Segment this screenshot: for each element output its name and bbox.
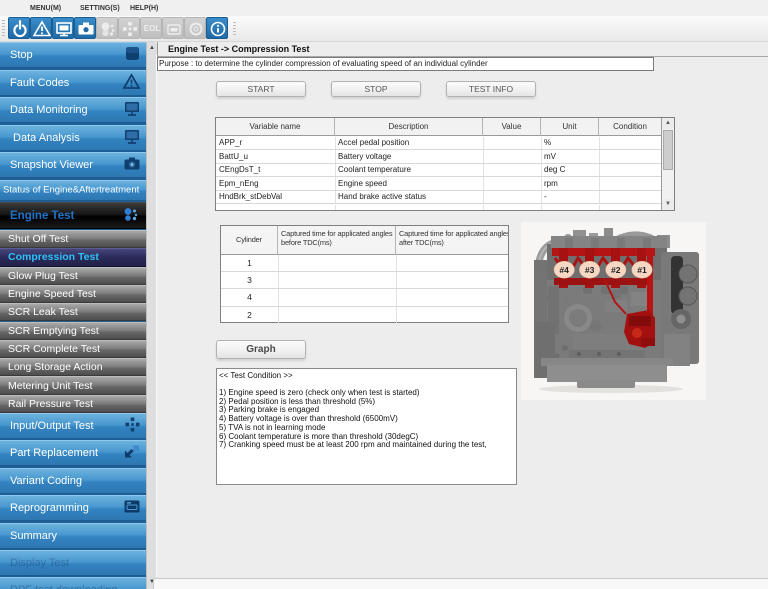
svg-text:#1: #1 bbox=[637, 265, 647, 275]
svg-text:#2: #2 bbox=[611, 265, 621, 275]
svg-text:#4: #4 bbox=[559, 265, 569, 275]
svg-text:#3: #3 bbox=[585, 265, 595, 275]
